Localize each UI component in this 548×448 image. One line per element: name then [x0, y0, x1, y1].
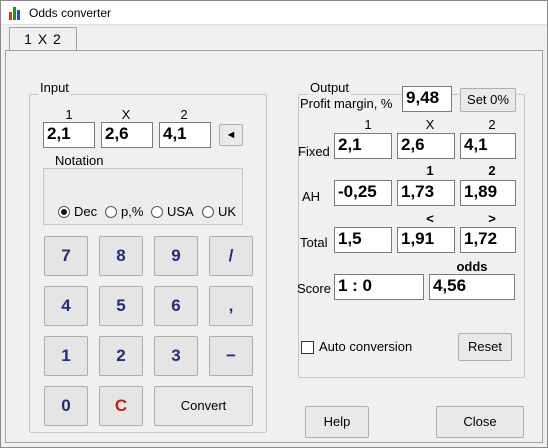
radio-uk[interactable]: UK: [202, 204, 236, 219]
ah-label: AH: [302, 189, 321, 204]
radio-usa[interactable]: USA: [151, 204, 194, 219]
radio-uk-label: UK: [218, 204, 237, 219]
total-odds-over[interactable]: 1,72: [460, 227, 516, 253]
key-3[interactable]: 3: [154, 336, 198, 376]
key-minus[interactable]: −: [209, 336, 253, 376]
key-0[interactable]: 0: [44, 386, 88, 426]
radio-usa-indicator: [151, 205, 163, 218]
total-line[interactable]: 1,5: [334, 227, 392, 253]
title-bar: Odds converter: [1, 1, 547, 25]
total-header-over: >: [488, 211, 496, 226]
key-6[interactable]: 6: [154, 286, 198, 326]
reset-button[interactable]: Reset: [458, 333, 512, 361]
total-header-under: <: [426, 211, 434, 226]
key-4[interactable]: 4: [44, 286, 88, 326]
profit-margin-value[interactable]: 9,48: [402, 86, 452, 112]
total-label: Total: [300, 235, 328, 250]
arrow-left-icon: ◄: [225, 129, 237, 141]
radio-percent-indicator: [105, 205, 117, 218]
input-odds-1[interactable]: 2,1: [43, 122, 95, 148]
score-odds[interactable]: 4,56: [429, 274, 515, 300]
auto-conversion-checkbox[interactable]: [301, 341, 314, 354]
score-value[interactable]: 1 : 0: [334, 274, 424, 300]
profit-margin-label: Profit margin, %: [300, 96, 395, 111]
key-slash[interactable]: /: [209, 236, 253, 276]
fixed-header-x: X: [425, 117, 435, 132]
notation-label: Notation: [55, 153, 104, 168]
key-5[interactable]: 5: [99, 286, 143, 326]
help-button[interactable]: Help: [305, 406, 369, 438]
radio-percent-label: p,%: [121, 204, 144, 219]
key-7[interactable]: 7: [44, 236, 88, 276]
key-clear[interactable]: C: [99, 386, 143, 426]
set-zero-button[interactable]: Set 0%: [460, 88, 516, 112]
ah-header-2: 2: [488, 163, 496, 178]
input-odds-x[interactable]: 2,6: [101, 122, 153, 148]
radio-uk-indicator: [202, 205, 214, 218]
fixed-header-1: 1: [364, 117, 372, 132]
radio-dec-indicator: [58, 205, 70, 218]
radio-percent[interactable]: p,%: [105, 204, 143, 219]
radio-dec-label: Dec: [74, 204, 98, 219]
key-9[interactable]: 9: [154, 236, 198, 276]
key-8[interactable]: 8: [99, 236, 143, 276]
ah-header-1: 1: [426, 163, 434, 178]
input-header-2: 2: [180, 107, 188, 122]
app-window: Odds converter 1 X 2 Input 1 X 2 2,1 2,6…: [0, 0, 548, 448]
key-comma[interactable]: ,: [209, 286, 253, 326]
bar-chart-icon: [9, 6, 23, 20]
auto-conversion-label: Auto conversion: [319, 339, 413, 354]
ah-odds-1[interactable]: 1,73: [397, 180, 455, 206]
output-group-label: Output: [308, 80, 352, 95]
total-odds-under[interactable]: 1,91: [397, 227, 455, 253]
input-header-x: X: [121, 107, 131, 122]
tab-1x2[interactable]: 1 X 2: [9, 27, 77, 51]
fixed-header-2: 2: [488, 117, 496, 132]
fixed-odds-1[interactable]: 2,1: [334, 133, 392, 159]
key-1[interactable]: 1: [44, 336, 88, 376]
window-title: Odds converter: [29, 6, 112, 20]
score-label: Score: [297, 281, 331, 296]
close-button[interactable]: Close: [436, 406, 524, 438]
radio-usa-label: USA: [167, 204, 194, 219]
key-2[interactable]: 2: [99, 336, 143, 376]
ah-odds-2[interactable]: 1,89: [460, 180, 516, 206]
score-odds-header: odds: [456, 259, 488, 274]
input-group-label: Input: [38, 80, 71, 95]
radio-dec[interactable]: Dec: [58, 204, 97, 219]
fixed-odds-x[interactable]: 2,6: [397, 133, 455, 159]
input-odds-2[interactable]: 4,1: [159, 122, 211, 148]
fixed-label: Fixed: [298, 144, 330, 159]
ah-handicap[interactable]: -0,25: [334, 180, 392, 206]
fixed-odds-2[interactable]: 4,1: [460, 133, 516, 159]
convert-button[interactable]: Convert: [154, 386, 253, 426]
copy-arrow-button[interactable]: ◄: [219, 124, 243, 146]
input-header-1: 1: [65, 107, 73, 122]
